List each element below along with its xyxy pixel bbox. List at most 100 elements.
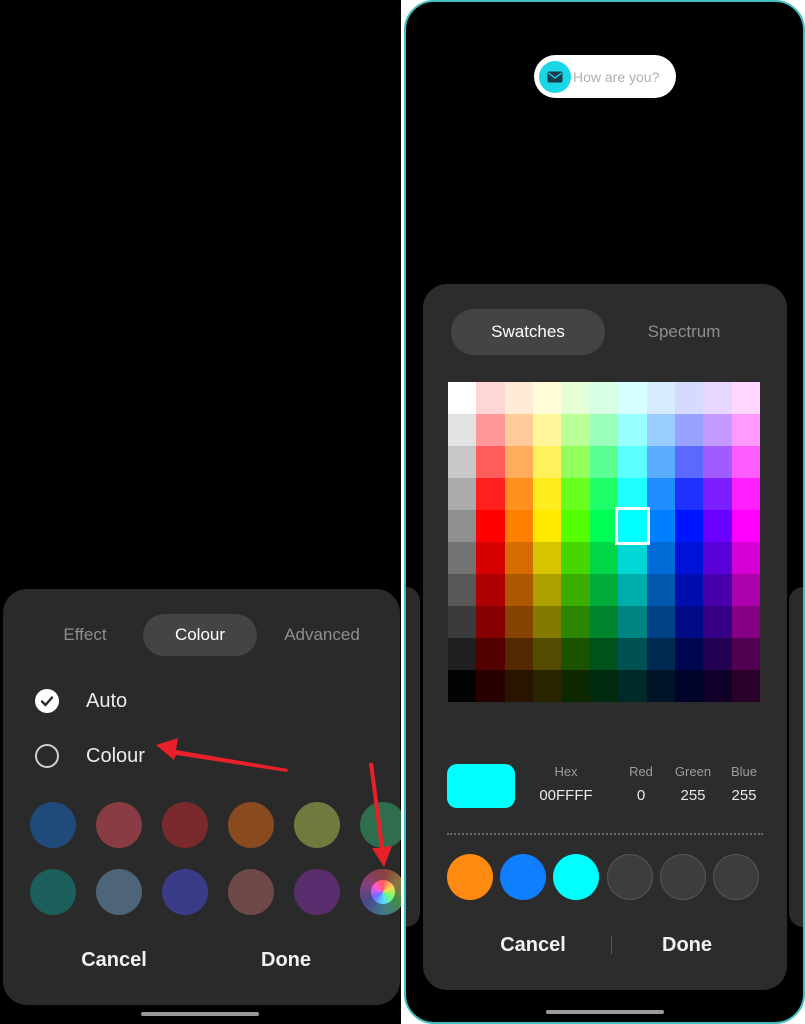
swatch-cell[interactable] (533, 638, 562, 670)
swatch-cell[interactable] (589, 670, 619, 702)
swatch-cell[interactable] (703, 670, 732, 702)
swatch-cell[interactable] (731, 478, 760, 510)
swatch-cell[interactable] (646, 542, 675, 574)
swatch-cell[interactable] (646, 478, 675, 510)
swatch-cell[interactable] (674, 574, 704, 606)
colour-swatch[interactable] (294, 802, 340, 848)
swatch-cell[interactable] (646, 638, 675, 670)
swatch-cell[interactable] (703, 446, 732, 478)
option-auto[interactable]: Auto (35, 687, 127, 715)
swatch-cell[interactable] (618, 446, 647, 478)
colour-swatch[interactable] (228, 802, 274, 848)
swatch-cell[interactable] (589, 446, 619, 478)
swatch-cell[interactable] (703, 414, 732, 446)
swatch-cell[interactable] (731, 542, 760, 574)
swatch-cell[interactable] (504, 414, 534, 446)
swatch-cell[interactable] (703, 478, 732, 510)
swatch-cell[interactable] (646, 414, 675, 446)
green-value[interactable]: Green 255 (668, 764, 718, 804)
swatch-cell[interactable] (646, 382, 675, 414)
swatch-cell[interactable] (703, 510, 732, 542)
swatch-cell[interactable] (618, 478, 647, 510)
swatch-cell[interactable] (504, 574, 534, 606)
colour-swatch[interactable] (228, 869, 274, 915)
swatch-cell[interactable] (589, 638, 619, 670)
swatch-cell[interactable] (731, 414, 760, 446)
swatch-cell[interactable] (533, 606, 562, 638)
swatch-cell[interactable] (589, 478, 619, 510)
swatch-cell[interactable] (674, 446, 704, 478)
swatch-cell[interactable] (589, 414, 619, 446)
swatch-cell[interactable] (476, 670, 505, 702)
swatch-cell[interactable] (561, 478, 590, 510)
swatch-cell[interactable] (448, 670, 477, 702)
selected-swatch[interactable] (615, 507, 650, 545)
swatch-cell[interactable] (646, 670, 675, 702)
swatch-cell[interactable] (589, 382, 619, 414)
swatch-cell[interactable] (561, 414, 590, 446)
colour-swatch[interactable] (294, 869, 340, 915)
swatch-cell[interactable] (674, 478, 704, 510)
swatch-cell[interactable] (561, 446, 590, 478)
swatch-cell[interactable] (476, 574, 505, 606)
swatch-cell[interactable] (646, 446, 675, 478)
swatch-cell[interactable] (618, 606, 647, 638)
swatch-cell[interactable] (504, 510, 534, 542)
swatch-cell[interactable] (476, 414, 505, 446)
swatch-cell[interactable] (533, 542, 562, 574)
swatch-cell[interactable] (731, 446, 760, 478)
swatch-cell[interactable] (674, 414, 704, 446)
color-wheel-icon[interactable] (360, 869, 401, 915)
swatch-cell[interactable] (618, 670, 647, 702)
swatch-cell[interactable] (703, 542, 732, 574)
done-button[interactable]: Done (627, 934, 747, 957)
swatch-cell[interactable] (504, 606, 534, 638)
swatch-cell[interactable] (561, 670, 590, 702)
swatch-cell[interactable] (703, 574, 732, 606)
colour-swatch[interactable] (30, 869, 76, 915)
swatch-cell[interactable] (731, 606, 760, 638)
swatch-cell[interactable] (646, 606, 675, 638)
swatch-cell[interactable] (703, 382, 732, 414)
swatch-cell[interactable] (731, 382, 760, 414)
swatch-cell[interactable] (533, 414, 562, 446)
swatch-cell[interactable] (448, 414, 477, 446)
swatch-cell[interactable] (448, 446, 477, 478)
swatch-cell[interactable] (674, 510, 704, 542)
recent-colour[interactable] (553, 854, 599, 900)
swatch-cell[interactable] (476, 510, 505, 542)
swatch-cell[interactable] (476, 542, 505, 574)
swatch-cell[interactable] (589, 606, 619, 638)
swatch-cell[interactable] (533, 446, 562, 478)
swatch-cell[interactable] (504, 670, 534, 702)
swatch-cell[interactable] (674, 382, 704, 414)
swatch-cell[interactable] (731, 510, 760, 542)
swatch-cell[interactable] (504, 478, 534, 510)
swatch-cell[interactable] (476, 606, 505, 638)
swatch-cell[interactable] (476, 382, 505, 414)
swatch-cell[interactable] (618, 382, 647, 414)
swatch-cell[interactable] (674, 606, 704, 638)
swatch-cell[interactable] (674, 542, 704, 574)
colour-swatch[interactable] (96, 869, 142, 915)
swatch-cell[interactable] (504, 382, 534, 414)
swatch-cell[interactable] (476, 446, 505, 478)
swatch-cell[interactable] (618, 414, 647, 446)
done-button[interactable]: Done (226, 949, 346, 972)
swatch-grid[interactable] (448, 382, 760, 702)
swatch-cell[interactable] (448, 638, 477, 670)
swatch-cell[interactable] (533, 574, 562, 606)
blue-value[interactable]: Blue 255 (722, 764, 766, 804)
swatch-cell[interactable] (731, 638, 760, 670)
swatch-cell[interactable] (561, 510, 590, 542)
swatch-cell[interactable] (618, 574, 647, 606)
tab-spectrum[interactable]: Spectrum (607, 309, 761, 355)
tab-colour[interactable]: Colour (143, 614, 257, 656)
swatch-cell[interactable] (618, 638, 647, 670)
swatch-cell[interactable] (646, 510, 675, 542)
swatch-cell[interactable] (504, 542, 534, 574)
swatch-cell[interactable] (448, 542, 477, 574)
tab-advanced[interactable]: Advanced (267, 614, 377, 656)
colour-swatch[interactable] (162, 869, 208, 915)
swatch-cell[interactable] (476, 638, 505, 670)
